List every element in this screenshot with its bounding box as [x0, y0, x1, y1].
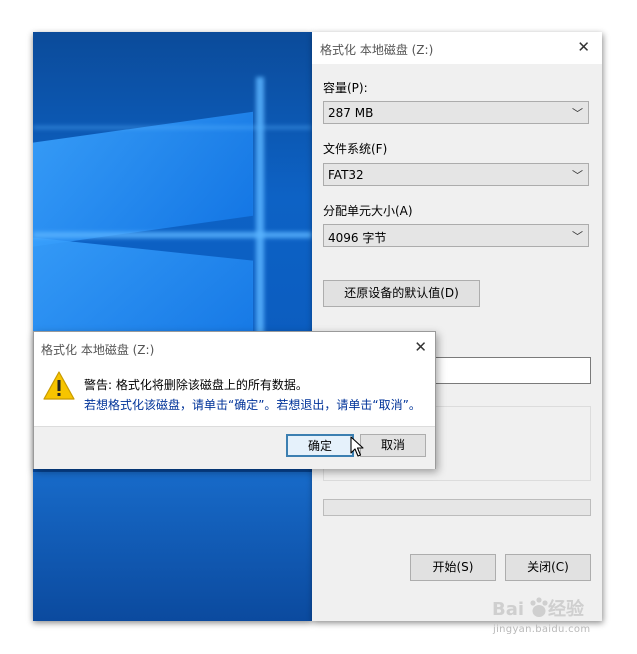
- restore-defaults-button[interactable]: 还原设备的默认值(D): [323, 280, 480, 307]
- chevron-down-icon: ﹀: [572, 169, 583, 182]
- allocation-select[interactable]: 4096 字节 ﹀: [323, 224, 589, 247]
- ok-button[interactable]: 确定: [286, 434, 354, 457]
- watermark-url: jingyan.baidu.com: [493, 624, 591, 635]
- filesystem-select[interactable]: FAT32 ﹀: [323, 163, 589, 186]
- capacity-select[interactable]: 287 MB ﹀: [323, 101, 589, 124]
- dialog-footer: 确定 取消: [34, 426, 435, 469]
- allocation-label: 分配单元大小(A): [323, 204, 413, 218]
- format-progress-bar: [323, 499, 591, 516]
- dialog-title-bar: 格式化 本地磁盘 (Z:) ✕: [34, 332, 435, 362]
- warning-message-line2: 若想格式化该磁盘，请单击“确定”。若想退出，请单击“取消”。: [84, 398, 421, 412]
- svg-text:经验: 经验: [548, 598, 585, 620]
- close-icon[interactable]: ✕: [414, 339, 427, 355]
- window-title: 格式化 本地磁盘 (Z:): [320, 43, 434, 57]
- chevron-down-icon: ﹀: [572, 230, 583, 243]
- allocation-value: 4096 字节: [328, 231, 387, 245]
- capacity-label: 容量(P):: [323, 81, 368, 95]
- dialog-body: 警告: 格式化将删除该磁盘上的所有数据。 若想格式化该磁盘，请单击“确定”。若想…: [34, 362, 435, 426]
- close-button[interactable]: 关闭(C): [505, 554, 591, 581]
- close-icon[interactable]: ✕: [577, 39, 590, 55]
- warning-message-line1: 警告: 格式化将删除该磁盘上的所有数据。: [84, 378, 308, 392]
- dialog-title: 格式化 本地磁盘 (Z:): [41, 343, 155, 357]
- mouse-cursor-icon: [350, 436, 364, 457]
- capacity-value: 287 MB: [328, 106, 374, 120]
- chevron-down-icon: ﹀: [572, 107, 583, 120]
- desktop-wallpaper: [33, 32, 312, 621]
- filesystem-label: 文件系统(F): [323, 142, 388, 156]
- warning-icon: [43, 371, 75, 400]
- title-bar: 格式化 本地磁盘 (Z:) ✕: [312, 32, 602, 64]
- svg-text:Bai: Bai: [492, 599, 524, 620]
- cancel-button[interactable]: 取消: [360, 434, 426, 457]
- start-button[interactable]: 开始(S): [410, 554, 496, 581]
- filesystem-value: FAT32: [328, 168, 364, 182]
- format-window: 格式化 本地磁盘 (Z:) ✕ 容量(P): 287 MB ﹀ 文件系统(F) …: [312, 32, 602, 621]
- baidu-jingyan-logo: Bai 经验: [492, 597, 585, 620]
- warning-dialog: 格式化 本地磁盘 (Z:) ✕ 警告: 格式化将删除该磁盘上的所有数据。 若想格…: [33, 331, 436, 469]
